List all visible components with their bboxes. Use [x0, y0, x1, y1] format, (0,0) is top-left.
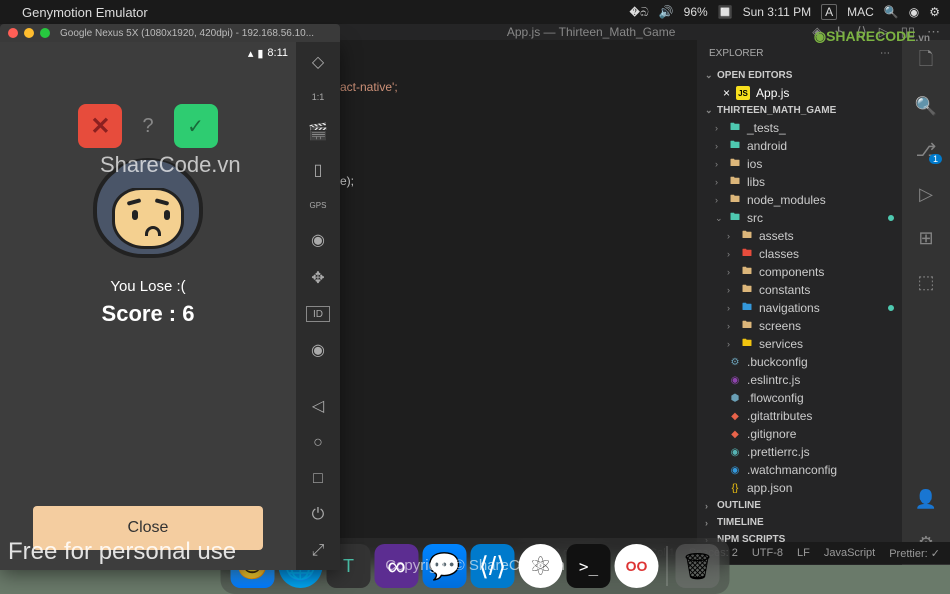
language-mode[interactable]: JavaScript — [824, 547, 875, 559]
dock-reactnative[interactable]: ⚛ — [519, 544, 563, 588]
folder-classes[interactable]: ›🖿classes — [697, 245, 902, 263]
macos-menubar: Genymotion Emulator �බ 🔊 96% 🔲 Sun 3:11 … — [0, 0, 950, 24]
search-icon[interactable]: 🔍 — [884, 5, 899, 19]
project-section[interactable]: ⌄THIRTEEN_MATH_GAME — [697, 102, 902, 119]
record-icon[interactable]: 🎬 — [306, 122, 330, 142]
activity-bar: 🗋 🔍 ⎇1 ▷ ⊞ ⬚ 👤 ⚙ — [902, 40, 950, 565]
siri-icon[interactable]: ◉ — [909, 5, 919, 19]
folder-constants[interactable]: ›🖿constants — [697, 281, 902, 299]
emulator-title: Google Nexus 5X (1080x1920, 420dpi) - 19… — [60, 28, 314, 39]
explorer-panel: EXPLORER ⋯ ⌄OPEN EDITORS × JS App.js ⌄TH… — [697, 40, 902, 565]
phone-time: 8:11 — [267, 47, 288, 59]
android-home-icon[interactable]: ○ — [306, 434, 330, 452]
source-control-icon[interactable]: ⎇1 — [914, 138, 938, 162]
explorer-label: EXPLORER — [709, 48, 763, 59]
sharecode-logo: ◉SHARECODE.vn — [814, 28, 930, 45]
file-appjson[interactable]: {}app.json — [697, 479, 902, 497]
dock-separator — [667, 546, 668, 586]
dock-genymotion[interactable]: OO — [615, 544, 659, 588]
explorer-more-icon[interactable]: ⋯ — [880, 48, 890, 59]
close-button[interactable]: Close — [33, 506, 263, 550]
sad-face-avatar — [93, 158, 203, 258]
eol[interactable]: LF — [797, 547, 810, 559]
folder-android[interactable]: ›🖿android — [697, 137, 902, 155]
folder-tests[interactable]: ›🖿_tests_ — [697, 119, 902, 137]
scale-icon[interactable]: 1:1 — [306, 90, 330, 104]
folder-ios[interactable]: ›🖿ios — [697, 155, 902, 173]
emulator-toolbar: ◇ 1:1 🎬 ▯ GPS ◉ ✥ ID ◉ ◁ ○ □ ⏻ ⤢ — [296, 42, 340, 570]
outline-section[interactable]: ›OUTLINE — [697, 497, 902, 514]
file-watchmanconfig[interactable]: ◉.watchmanconfig — [697, 461, 902, 479]
file-flowconfig[interactable]: ⬢.flowconfig — [697, 389, 902, 407]
minimize-window-button[interactable] — [24, 28, 34, 38]
dock-vscode[interactable]: ⟨/⟩ — [471, 544, 515, 588]
file-prettierrc[interactable]: ◉.prettierrc.js — [697, 443, 902, 461]
question-icon: ? — [142, 115, 153, 138]
phone-statusbar: ▴ ▮ 8:11 — [0, 42, 296, 64]
camera-icon[interactable]: ◉ — [306, 230, 330, 250]
prettier-status[interactable]: Prettier: ✓ — [889, 547, 940, 560]
search-icon[interactable]: 🔍 — [914, 94, 938, 118]
power-icon[interactable]: ⏻ — [306, 506, 330, 524]
folder-services[interactable]: ›🖿services — [697, 335, 902, 353]
battery-percent: 96% — [684, 5, 708, 19]
android-recent-icon[interactable]: □ — [306, 470, 330, 488]
folder-screens[interactable]: ›🖿screens — [697, 317, 902, 335]
account-icon[interactable]: 👤 — [914, 487, 938, 511]
extensions-icon[interactable]: ⊞ — [914, 226, 938, 250]
signal-icon: ▴ — [248, 47, 254, 60]
lose-message: You Lose :( — [110, 278, 185, 295]
rotate-icon[interactable]: ◇ — [306, 52, 330, 72]
app-name[interactable]: Genymotion Emulator — [22, 5, 148, 20]
encoding[interactable]: UTF-8 — [752, 547, 783, 559]
debug-icon[interactable]: ▷ — [914, 182, 938, 206]
id-icon[interactable]: ID — [306, 306, 330, 322]
folder-navigations[interactable]: ›🖿navigations — [697, 299, 902, 317]
emulator-window: Google Nexus 5X (1080x1920, 420dpi) - 19… — [0, 42, 340, 570]
file-gitattributes[interactable]: ◆.gitattributes — [697, 407, 902, 425]
folder-assets[interactable]: ›🖿assets — [697, 227, 902, 245]
files-icon[interactable]: 🗋 — [914, 50, 938, 74]
dock-visualstudio[interactable]: ∞ — [375, 544, 419, 588]
vscode-title: App.js — Thirteen_Math_Game — [380, 25, 802, 39]
close-file-icon[interactable]: × — [723, 86, 730, 100]
phone-screen: ▴ ▮ 8:11 ✕ ? ✓ You Lose :( Score — [0, 42, 296, 570]
control-center-icon[interactable]: ⚙ — [929, 5, 940, 19]
disk-icon[interactable]: ◉ — [306, 340, 330, 360]
wrong-icon: ✕ — [78, 104, 122, 148]
clock[interactable]: Sun 3:11 PM — [743, 5, 811, 19]
folder-src[interactable]: ⌄🖿src — [697, 209, 902, 227]
close-window-button[interactable] — [8, 28, 18, 38]
open-editor-file[interactable]: × JS App.js — [697, 84, 902, 102]
input-lang[interactable]: A — [821, 4, 837, 20]
battery-tool-icon[interactable]: ▯ — [306, 160, 330, 180]
folder-components[interactable]: ›🖿components — [697, 263, 902, 281]
correct-icon: ✓ — [174, 104, 218, 148]
android-back-icon[interactable]: ◁ — [306, 396, 330, 416]
score-label: Score : 6 — [102, 301, 195, 327]
dock-iterm[interactable]: >_ — [567, 544, 611, 588]
folder-node-modules[interactable]: ›🖿node_modules — [697, 191, 902, 209]
wifi-icon[interactable]: �බ — [629, 5, 648, 20]
gps-icon[interactable]: GPS — [306, 198, 330, 212]
dock-trash[interactable]: 🗑 — [676, 544, 720, 588]
volume-icon[interactable]: 🔊 — [659, 5, 674, 19]
remote-icon[interactable]: ⬚ — [914, 270, 938, 294]
file-buckconfig[interactable]: ⚙.buckconfig — [697, 353, 902, 371]
battery-icon[interactable]: 🔲 — [718, 5, 733, 19]
maximize-window-button[interactable] — [40, 28, 50, 38]
timeline-section[interactable]: ›TIMELINE — [697, 514, 902, 531]
user-name[interactable]: MAC — [847, 5, 874, 19]
file-eslintrc[interactable]: ◉.eslintrc.js — [697, 371, 902, 389]
open-editors-section[interactable]: ⌄OPEN EDITORS — [697, 67, 902, 84]
dock-messenger[interactable]: 💬 — [423, 544, 467, 588]
file-gitignore[interactable]: ◆.gitignore — [697, 425, 902, 443]
emulator-titlebar[interactable]: Google Nexus 5X (1080x1920, 420dpi) - 19… — [0, 24, 340, 42]
phone-battery-icon: ▮ — [257, 47, 263, 60]
folder-libs[interactable]: ›🖿libs — [697, 173, 902, 191]
fullscreen-icon[interactable]: ⤢ — [306, 542, 330, 560]
move-icon[interactable]: ✥ — [306, 268, 330, 288]
